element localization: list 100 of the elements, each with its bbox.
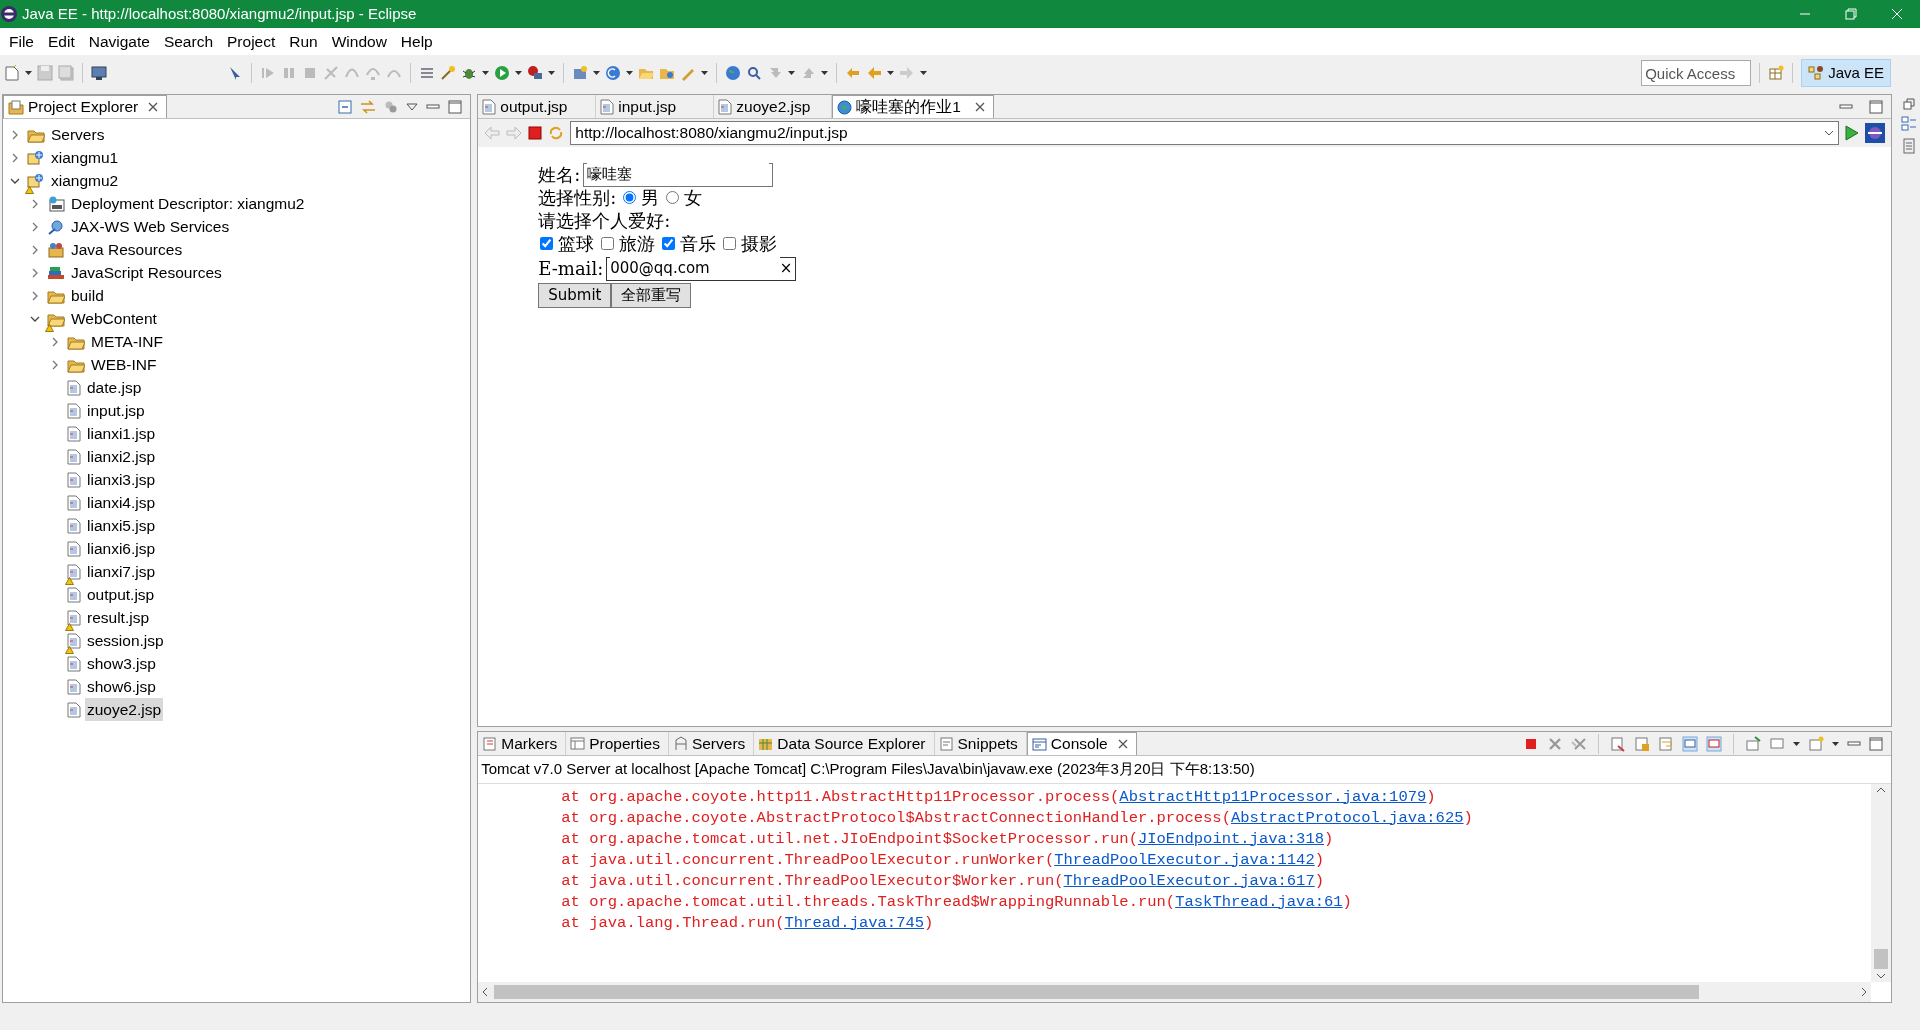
close-window-icon[interactable] [1891,8,1903,20]
caret-icon[interactable] [593,71,600,75]
task-list-icon[interactable] [1902,138,1916,154]
perspective-button[interactable]: Java EE [1801,59,1891,87]
view-tab[interactable]: Console [1026,732,1137,755]
tree-item[interactable]: show3.jsp [85,651,158,676]
radio-button[interactable] [623,191,637,204]
tree-item[interactable]: META-INF [89,329,166,354]
view-tab[interactable]: Project Explorer [3,95,168,118]
scroll-up-icon[interactable] [1876,786,1887,793]
tree-item[interactable]: xiangmu1 [49,145,121,170]
tree-item[interactable]: Deployment Descriptor: xiangmu2 [69,191,307,216]
checkbox[interactable] [540,237,554,250]
source-link[interactable]: AbstractHttp11Processor.java:1079 [1119,787,1427,806]
remove-launch-icon[interactable] [1547,735,1564,752]
external-tool-icon[interactable] [527,65,543,81]
caret-icon[interactable] [821,71,828,75]
caret-icon[interactable] [548,71,555,75]
caret-icon[interactable] [701,71,708,75]
minimize-icon[interactable] [426,101,441,112]
caret-icon[interactable] [626,71,633,75]
caret-icon[interactable] [482,71,489,75]
list-icon[interactable] [419,65,435,81]
tree-item[interactable]: lianxi1.jsp [85,421,158,446]
maximize-icon[interactable] [1869,99,1884,114]
clear-console-icon[interactable] [1610,735,1627,752]
tree-item[interactable]: result.jsp [85,605,152,630]
caret-icon[interactable] [920,71,927,75]
word-wrap-icon[interactable] [1658,735,1675,752]
view-menu-icon[interactable] [406,102,419,111]
scroll-right-icon[interactable] [1861,987,1868,997]
radio-button[interactable] [666,191,680,204]
restore-icon[interactable] [1903,98,1915,110]
monitor-icon[interactable] [91,65,107,81]
go-icon[interactable] [1845,125,1860,141]
dropdown-caret-icon[interactable] [1824,130,1835,136]
restore-window-icon[interactable] [1845,8,1857,20]
wand-icon[interactable] [440,65,456,81]
editor-tab[interactable]: 嚎哇塞的作业1 [832,95,994,118]
tree-item[interactable]: lianxi7.jsp [85,559,158,584]
tree-item[interactable]: date.jsp [85,375,144,400]
globe-icon[interactable] [725,65,741,81]
scroll-down-icon[interactable] [1876,973,1887,979]
source-link[interactable]: JIoEndpoint.java:318 [1137,829,1324,848]
caret-icon[interactable] [515,71,522,75]
tree-item[interactable]: WEB-INF [89,352,159,377]
menu-item[interactable]: Window [324,29,394,54]
tree-item[interactable]: lianxi4.jsp [85,490,158,515]
minimize-icon[interactable] [1839,101,1854,112]
reset-button[interactable]: 全部重写 [611,283,692,308]
source-link[interactable]: AbstractProtocol.java:625 [1231,808,1464,827]
filter-icon[interactable] [384,99,399,114]
display-console-icon[interactable] [1769,735,1786,752]
horizontal-scrollbar[interactable] [478,982,1872,1002]
scrollbar-thumb[interactable] [1874,949,1889,969]
menu-item[interactable]: File [2,29,41,54]
tree-item[interactable]: session.jsp [85,628,166,653]
scroll-left-icon[interactable] [482,987,489,997]
vertical-scrollbar[interactable] [1871,783,1892,982]
close-icon[interactable] [1117,739,1128,749]
show-on-output-icon[interactable] [1682,735,1699,752]
remove-all-icon[interactable] [1571,735,1588,752]
maximize-icon[interactable] [1869,736,1884,751]
caret-icon[interactable] [1793,741,1801,746]
tree-item[interactable]: JAX-WS Web Services [69,214,232,239]
run-icon[interactable] [494,65,510,81]
caret-icon[interactable] [887,71,894,75]
outline-icon[interactable] [1901,116,1917,132]
new-console-icon[interactable] [1808,735,1825,752]
tree-item[interactable]: Servers [49,122,107,147]
new-server-icon[interactable] [572,65,588,81]
tree-item[interactable]: lianxi6.jsp [85,536,158,561]
checkbox[interactable] [723,237,737,250]
menu-item[interactable]: Help [393,29,440,54]
tree-item[interactable]: lianxi2.jsp [85,444,158,469]
name-field[interactable]: 嚎哇塞 [583,162,774,187]
close-icon[interactable] [974,102,985,112]
browser-icon[interactable] [1865,123,1886,143]
tree-item[interactable]: input.jsp [85,398,147,423]
tree-item[interactable]: output.jsp [85,582,157,607]
maximize-icon[interactable] [448,99,463,114]
source-link[interactable]: TaskThread.java:61 [1175,892,1343,911]
close-icon[interactable] [148,102,159,112]
search-icon[interactable] [746,65,762,81]
stop-icon[interactable] [528,126,543,140]
quick-access-field[interactable]: Quick Access [1641,60,1752,86]
email-field[interactable]: 000@qq.com × [606,256,797,281]
caret-icon[interactable] [1832,741,1840,746]
tree-item[interactable]: lianxi3.jsp [85,467,158,492]
checkbox[interactable] [662,237,676,250]
url-field[interactable]: http://localhost:8080/xiangmu2/input.jsp [570,121,1840,145]
tree-item[interactable]: WebContent [69,306,159,331]
tree-item[interactable]: build [69,283,106,308]
tree-item[interactable]: lianxi5.jsp [85,513,158,538]
source-link[interactable]: Thread.java:745 [784,913,925,932]
scroll-lock-icon[interactable] [1634,735,1651,752]
tree-item[interactable]: Java Resources [69,237,185,262]
minimize-icon[interactable] [1847,738,1862,749]
source-link[interactable]: ThreadPoolExecutor.java:617 [1063,871,1315,890]
new-class-icon[interactable] [605,65,621,81]
